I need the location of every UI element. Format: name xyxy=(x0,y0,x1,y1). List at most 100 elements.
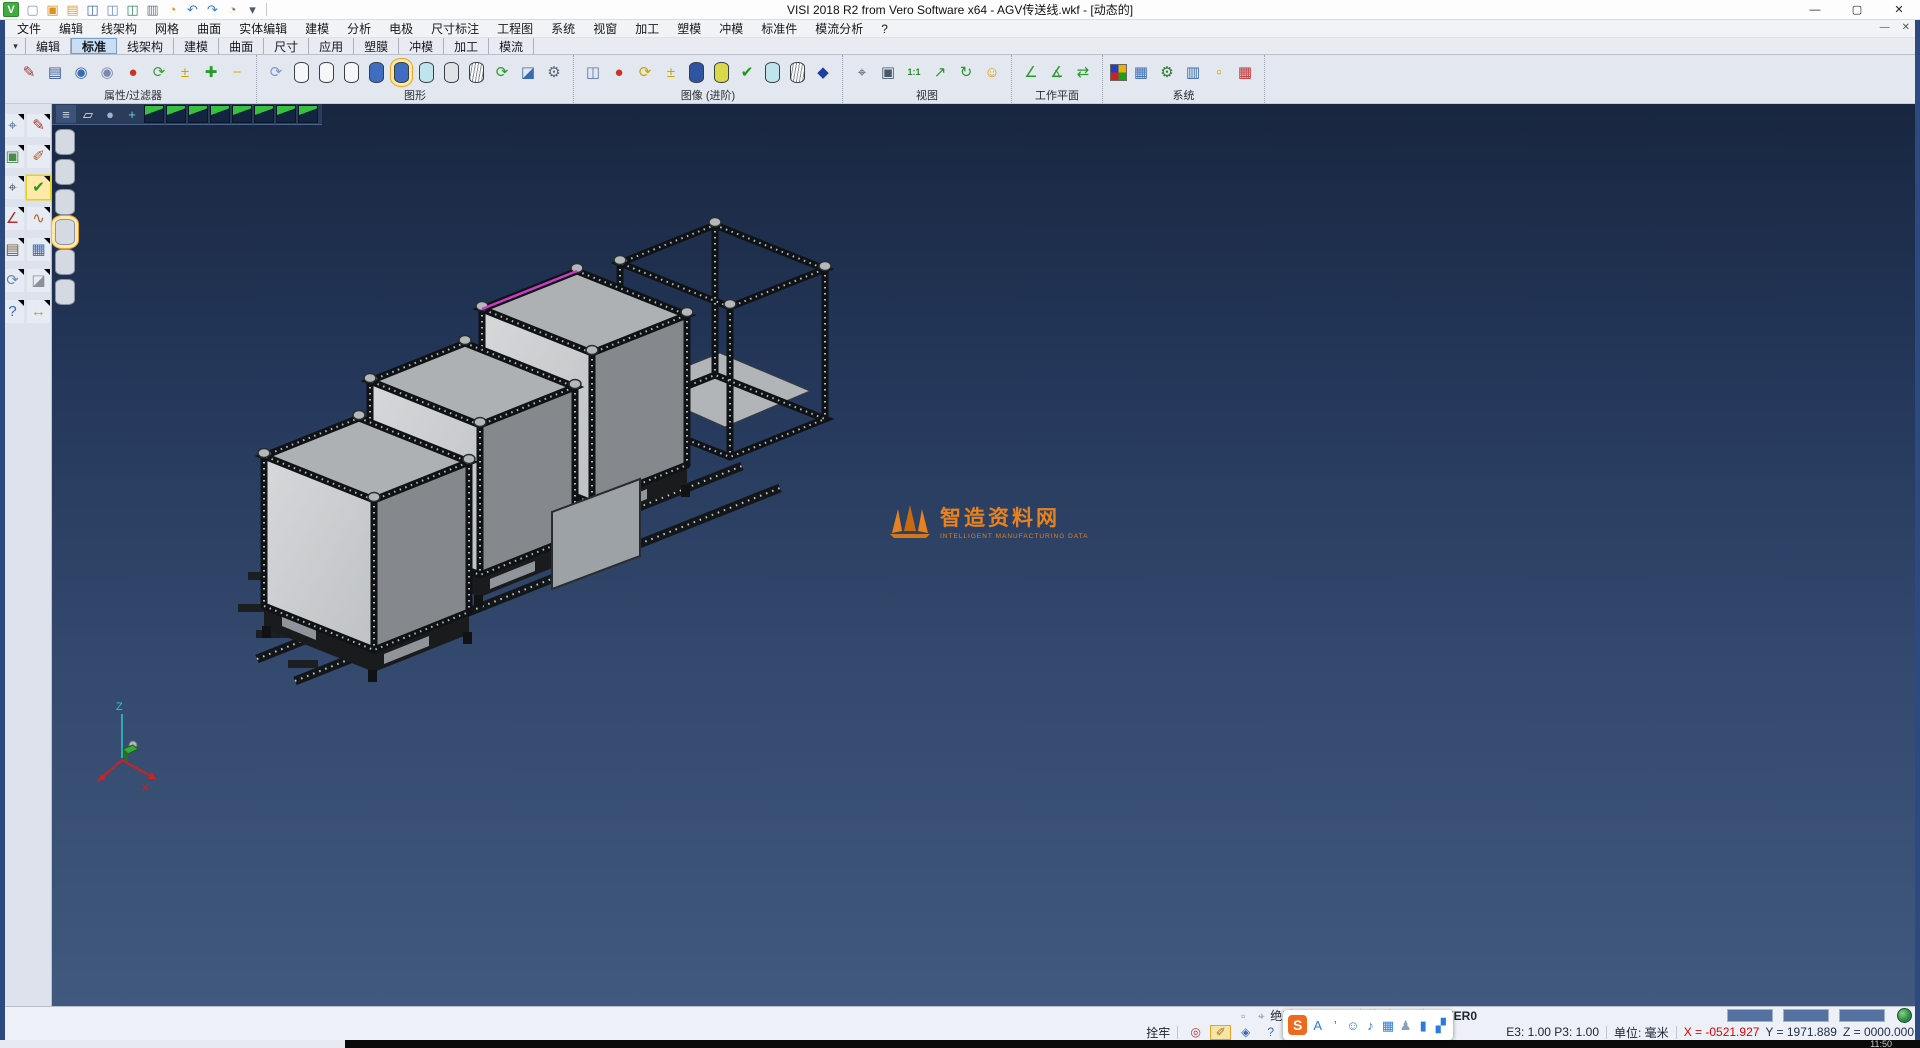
menu-electrode[interactable]: 电极 xyxy=(380,20,422,37)
maximize-button[interactable]: ▢ xyxy=(1836,0,1878,19)
cube-refresh-icon[interactable]: ⟳ xyxy=(633,60,657,84)
save-file-icon[interactable]: ◫ xyxy=(83,1,102,18)
menu-surface[interactable]: 曲面 xyxy=(188,20,230,37)
sogou-account-icon[interactable]: ♟ xyxy=(1398,1015,1413,1035)
cylinder-striped-icon[interactable] xyxy=(714,62,729,83)
fill-attribute-icon[interactable]: ◈ xyxy=(1235,1025,1256,1040)
open-file-icon[interactable]: ▣ xyxy=(43,1,62,18)
tab-surface[interactable]: 曲面 xyxy=(219,38,264,54)
tab-standard[interactable]: 标准 xyxy=(71,38,117,54)
sogou-keyboard-icon[interactable]: ▦ xyxy=(1381,1015,1396,1035)
cylinder-link-icon[interactable] xyxy=(765,62,780,83)
refresh-graphics-icon[interactable]: ⟳ xyxy=(264,60,288,84)
table-settings-icon[interactable]: ▥ xyxy=(1181,60,1205,84)
tab-machining[interactable]: 加工 xyxy=(444,38,489,54)
menu-system[interactable]: 系统 xyxy=(542,20,584,37)
show-entities-icon[interactable]: ◉ xyxy=(69,60,93,84)
menu-wireframe[interactable]: 线架构 xyxy=(92,20,146,37)
cylinder-outline-3-icon[interactable] xyxy=(344,62,359,83)
graphics-settings-icon[interactable]: ⚙ xyxy=(542,60,566,84)
quick-layer-5-icon[interactable] xyxy=(55,249,75,275)
layout-window-icon[interactable]: ▦ xyxy=(27,238,50,261)
context-help-icon[interactable]: ? xyxy=(1260,1025,1281,1040)
confirm-icon[interactable]: ✔ xyxy=(27,176,50,199)
qat-dropdown-icon[interactable]: ▾ xyxy=(243,1,262,18)
pick-wand-icon[interactable]: ✐ xyxy=(1210,1025,1231,1040)
spline-edit-icon[interactable]: ∿ xyxy=(27,207,50,230)
cylinder-hidden-line-icon[interactable] xyxy=(444,62,459,83)
close-button[interactable]: ✕ xyxy=(1878,0,1920,19)
save-as-icon[interactable]: ◫ xyxy=(103,1,122,18)
view-back-icon[interactable] xyxy=(210,105,230,123)
view-plane-icon[interactable]: ▱ xyxy=(78,105,98,123)
quick-layer-2-icon[interactable] xyxy=(55,159,75,185)
view-iso-right-icon[interactable] xyxy=(298,105,318,123)
shade-view-icon[interactable]: ☺ xyxy=(980,60,1004,84)
shaded-cube-icon[interactable]: ◆ xyxy=(811,60,835,84)
quick-layer-1-icon[interactable] xyxy=(55,129,75,155)
curve-edit-icon[interactable]: ✐ xyxy=(27,145,50,168)
menu-dimension[interactable]: 尺寸标注 xyxy=(422,20,488,37)
tab-modeling[interactable]: 建模 xyxy=(174,38,219,54)
tab-mould[interactable]: 塑膜 xyxy=(354,38,399,54)
sogou-voice-icon[interactable]: ♪ xyxy=(1363,1015,1378,1035)
workplane-align-icon[interactable]: ∡ xyxy=(1045,60,1069,84)
show-all-icon[interactable]: ✚ xyxy=(199,60,223,84)
sogou-toolbox-icon[interactable]: ▞ xyxy=(1433,1015,1448,1035)
mdi-close-button[interactable]: ✕ xyxy=(1902,22,1910,33)
selection-settings-icon[interactable]: ▫ xyxy=(1207,60,1231,84)
sogou-lang-icon[interactable]: A xyxy=(1310,1015,1325,1035)
units-indicator[interactable]: 单位: 毫米 xyxy=(1614,1024,1669,1041)
cube-add-icon[interactable]: ◫ xyxy=(581,60,605,84)
menu-mesh[interactable]: 网格 xyxy=(146,20,188,37)
tab-flow[interactable]: 模流 xyxy=(489,38,534,54)
menu-solid-edit[interactable]: 实体编辑 xyxy=(230,20,296,37)
system-tools-icon[interactable]: ⚙ xyxy=(1155,60,1179,84)
snap-grid-icon[interactable]: ▫ xyxy=(1234,1008,1252,1024)
measure-icon[interactable]: ↔ xyxy=(27,300,50,323)
sogou-emoji-icon[interactable]: ☺ xyxy=(1346,1015,1361,1035)
solid-cube-icon[interactable]: ◪ xyxy=(27,269,50,292)
minimize-button[interactable]: — xyxy=(1794,0,1836,19)
menu-flow-analysis[interactable]: 模流分析 xyxy=(806,20,872,37)
menu-modeling[interactable]: 建模 xyxy=(296,20,338,37)
tab-die[interactable]: 冲模 xyxy=(399,38,444,54)
cube-filter-icon[interactable]: ● xyxy=(607,60,631,84)
viewport-3d[interactable]: ≡▱●+ xyxy=(52,104,1920,1006)
view-left-icon[interactable] xyxy=(232,105,252,123)
history-icon[interactable]: ◔ xyxy=(223,1,242,18)
save-all-icon[interactable]: ◫ xyxy=(123,1,142,18)
locate-icon[interactable]: ⌖ xyxy=(1252,1008,1270,1024)
view-right-icon[interactable] xyxy=(188,105,208,123)
new-file-icon[interactable]: ▢ xyxy=(23,1,42,18)
cylinder-shaded-selected-icon[interactable] xyxy=(394,62,409,83)
sogou-punct-icon[interactable]: ’ xyxy=(1328,1015,1343,1035)
view-shaded-icon[interactable]: ● xyxy=(100,105,120,123)
zoom-window-icon[interactable]: ▣ xyxy=(876,60,900,84)
print-icon[interactable]: ▥ xyxy=(143,1,162,18)
filter-traffic-light-icon[interactable]: ● xyxy=(121,60,145,84)
hide-entities-icon[interactable]: ◉ xyxy=(95,60,119,84)
refresh-visibility-icon[interactable]: ⟳ xyxy=(147,60,171,84)
redo-icon[interactable]: ↷ xyxy=(203,1,222,18)
sogou-logo-icon[interactable]: S xyxy=(1288,1015,1307,1035)
edit-delete-icon[interactable]: ✎ xyxy=(27,114,50,137)
zoom-fit-icon[interactable]: 1:1 xyxy=(902,60,926,84)
pan-icon[interactable]: ↗ xyxy=(928,60,952,84)
menu-file[interactable]: 文件 xyxy=(8,20,50,37)
cylinder-solid-blue-icon[interactable] xyxy=(369,62,384,83)
color-palette-icon[interactable] xyxy=(1110,64,1127,81)
viewport-3d-canvas[interactable] xyxy=(52,104,1920,1006)
menu-analysis[interactable]: 分析 xyxy=(338,20,380,37)
view-front-icon[interactable] xyxy=(166,105,186,123)
menu-drawing[interactable]: 工程图 xyxy=(488,20,542,37)
menu-edit[interactable]: 编辑 xyxy=(50,20,92,37)
cube-toggle-icon[interactable]: ± xyxy=(659,60,683,84)
tab-wireframe[interactable]: 线架构 xyxy=(117,38,174,54)
view-iso-icon[interactable] xyxy=(254,105,274,123)
zoom-in-icon[interactable]: ⌖ xyxy=(850,60,874,84)
workplane-move-icon[interactable]: ⇄ xyxy=(1071,60,1095,84)
menu-help[interactable]: ? xyxy=(872,22,897,36)
menu-machining[interactable]: 加工 xyxy=(626,20,668,37)
quick-layer-6-icon[interactable] xyxy=(55,279,75,305)
